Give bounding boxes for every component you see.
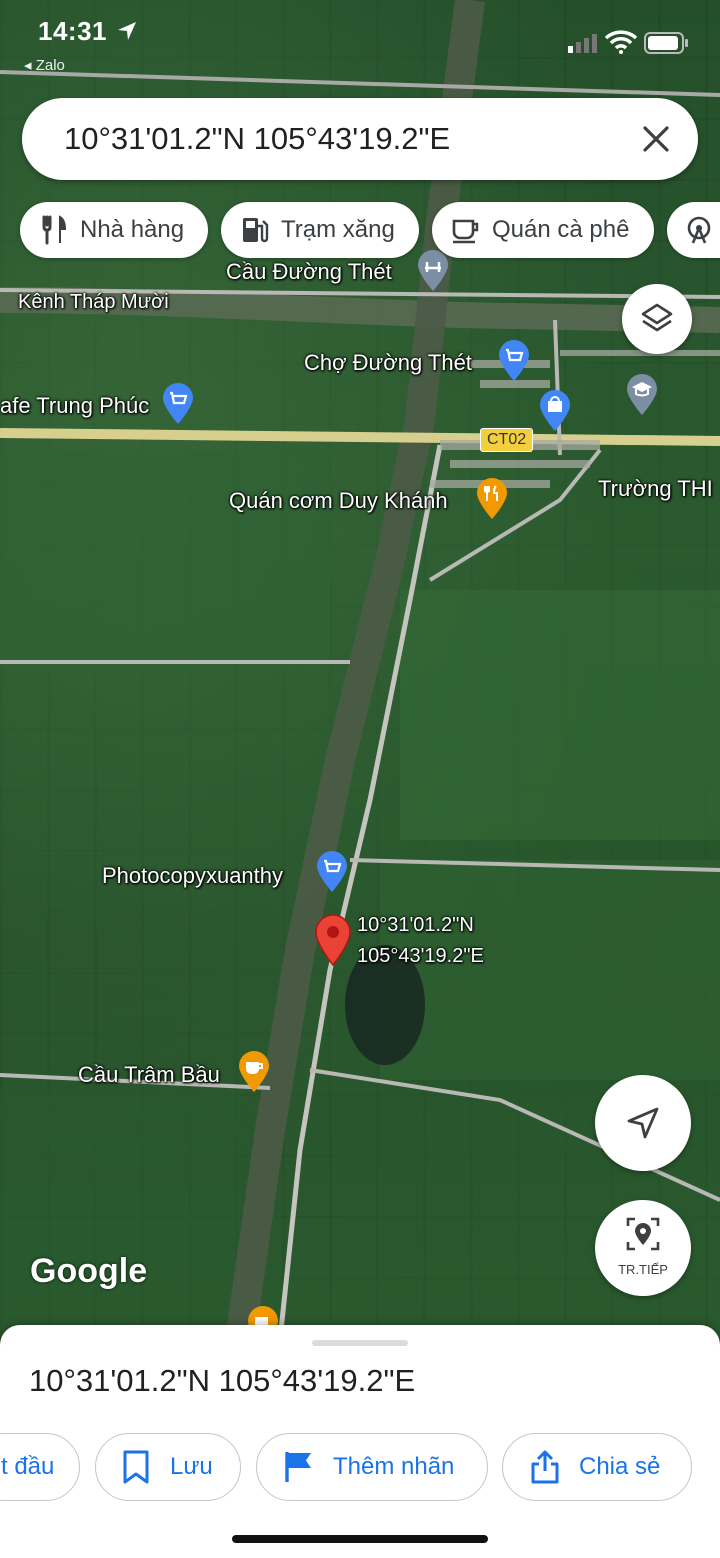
dropped-pin-icon[interactable] bbox=[314, 914, 352, 966]
save-button[interactable]: Lưu bbox=[95, 1433, 241, 1501]
action-label: Thêm nhãn bbox=[333, 1453, 455, 1480]
layers-icon bbox=[641, 303, 673, 332]
flag-icon bbox=[285, 1452, 311, 1482]
shop-pin-icon[interactable] bbox=[497, 340, 531, 382]
search-query[interactable]: 10°31'01.2"N 105°43'19.2"E bbox=[64, 121, 450, 157]
sheet-drag-handle[interactable] bbox=[312, 1340, 408, 1346]
bridge-pin-icon[interactable] bbox=[416, 250, 450, 292]
bookmark-icon bbox=[123, 1450, 149, 1484]
chip-label: Quán cà phê bbox=[492, 216, 630, 243]
my-location-button[interactable] bbox=[595, 1075, 691, 1171]
directions-button[interactable]: t đầu bbox=[0, 1433, 80, 1501]
chip-label: Trạm xăng bbox=[281, 216, 395, 243]
action-label: Chia sẻ bbox=[579, 1453, 661, 1480]
poi-label-restaurant[interactable]: Quán cơm Duy Khánh bbox=[229, 488, 448, 514]
poi-label-photocopy[interactable]: Photocopyxuanthy bbox=[102, 863, 283, 889]
signal-icon bbox=[568, 34, 597, 53]
ferris-wheel-icon bbox=[687, 216, 711, 244]
road-badge: CT02 bbox=[480, 428, 534, 452]
poi-label-canal: Kênh Tháp Mười bbox=[18, 291, 169, 313]
next-label: TR.TIẾP bbox=[618, 1262, 668, 1277]
school-pin-icon[interactable] bbox=[625, 374, 659, 416]
share-icon bbox=[531, 1450, 559, 1484]
shopping-bag-pin-icon[interactable] bbox=[538, 390, 572, 432]
location-arrow-icon bbox=[118, 22, 136, 40]
coffee-pin-icon[interactable] bbox=[237, 1051, 271, 1093]
lens-next-button[interactable]: TR.TIẾP bbox=[595, 1200, 691, 1296]
wifi-icon bbox=[604, 30, 638, 54]
poi-label-market[interactable]: Chợ Đường Thét bbox=[304, 350, 472, 376]
restaurant-icon bbox=[42, 215, 67, 245]
chip-gas-stations[interactable]: Trạm xăng bbox=[221, 202, 419, 258]
status-bar: 14:31 ◂ Zalo bbox=[0, 0, 720, 80]
shop-pin-icon[interactable] bbox=[161, 383, 195, 425]
home-indicator bbox=[232, 1535, 488, 1543]
dropped-pin-lng: 105°43'19.2"E bbox=[357, 945, 484, 967]
bottom-sheet[interactable]: 10°31'01.2"N 105°43'19.2"E t đầu Lưu Thê… bbox=[0, 1325, 720, 1558]
gas-station-icon bbox=[243, 218, 269, 243]
chip-label: Nhà hàng bbox=[80, 216, 185, 243]
search-bar[interactable]: 10°31'01.2"N 105°43'19.2"E bbox=[22, 98, 698, 180]
back-to-app-link[interactable]: ◂ Zalo bbox=[24, 56, 65, 74]
coffee-icon bbox=[452, 219, 479, 244]
chip-restaurants[interactable]: Nhà hàng bbox=[20, 202, 208, 258]
add-label-button[interactable]: Thêm nhãn bbox=[256, 1433, 488, 1501]
action-label: t đầu bbox=[1, 1453, 55, 1480]
share-button[interactable]: Chia sẻ bbox=[502, 1433, 692, 1501]
restaurant-pin-icon[interactable] bbox=[475, 478, 509, 520]
poi-label-cafe[interactable]: afe Trung Phúc bbox=[0, 393, 149, 419]
place-scan-icon bbox=[626, 1217, 660, 1251]
action-label: Lưu bbox=[170, 1453, 213, 1480]
navigation-arrow-icon bbox=[627, 1107, 659, 1139]
status-time: 14:31 bbox=[38, 16, 107, 46]
battery-icon bbox=[644, 32, 688, 54]
chip-attractions[interactable] bbox=[667, 202, 720, 258]
poi-label-bridge[interactable]: Cầu Đường Thét bbox=[226, 259, 392, 285]
dropped-pin-lat: 10°31'01.2"N bbox=[357, 914, 474, 936]
poi-label-school[interactable]: Trường THI bbox=[598, 476, 713, 502]
close-icon[interactable] bbox=[636, 119, 676, 159]
place-title: 10°31'01.2"N 105°43'19.2"E bbox=[29, 1363, 416, 1398]
poi-label-cafe-tram-bau[interactable]: Cầu Trâm Bầu bbox=[78, 1062, 220, 1088]
layers-button[interactable] bbox=[622, 284, 692, 354]
chip-cafes[interactable]: Quán cà phê bbox=[432, 202, 654, 258]
google-logo: Google bbox=[30, 1252, 148, 1290]
shop-pin-icon[interactable] bbox=[315, 851, 349, 893]
